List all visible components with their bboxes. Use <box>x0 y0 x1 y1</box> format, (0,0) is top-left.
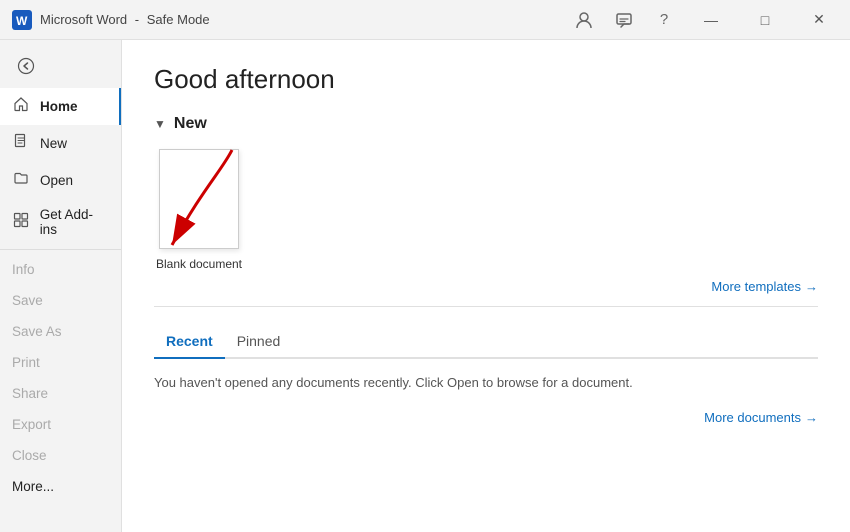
sidebar-item-new-label: New <box>40 136 67 151</box>
sidebar-item-info: Info <box>0 254 121 285</box>
sidebar-item-home-label: Home <box>40 99 78 114</box>
new-section-title: New <box>174 115 207 133</box>
svg-text:W: W <box>16 14 28 28</box>
open-icon <box>12 170 30 191</box>
sidebar-item-share-label: Share <box>12 386 48 401</box>
sidebar: Home New Open <box>0 40 122 532</box>
new-icon <box>12 133 30 154</box>
sidebar-item-new[interactable]: New <box>0 125 121 162</box>
blank-document-thumb <box>159 149 239 249</box>
user-icon[interactable] <box>568 4 600 36</box>
greeting-heading: Good afternoon <box>154 64 818 95</box>
blank-document-label: Blank document <box>156 257 242 271</box>
addins-icon <box>12 212 30 233</box>
more-documents-row: More documents → <box>154 410 818 425</box>
sidebar-item-close: Close <box>0 440 121 471</box>
sidebar-item-addins[interactable]: Get Add-ins <box>0 199 121 245</box>
home-icon <box>12 96 30 117</box>
more-templates-link[interactable]: More templates → <box>711 279 818 294</box>
app-body: Home New Open <box>0 40 850 532</box>
maximize-button[interactable]: □ <box>742 4 788 36</box>
sidebar-item-close-label: Close <box>12 448 47 463</box>
sidebar-item-open-label: Open <box>40 173 73 188</box>
sidebar-item-print-label: Print <box>12 355 40 370</box>
sidebar-item-addins-label: Get Add-ins <box>40 207 109 237</box>
new-section-header: ▼ New <box>154 115 818 133</box>
title-bar: W Microsoft Word - Safe Mode ? — □ <box>0 0 850 40</box>
sidebar-item-export: Export <box>0 409 121 440</box>
main-content: Good afternoon ▼ New Blank document More… <box>122 40 850 532</box>
sidebar-item-saveas: Save As <box>0 316 121 347</box>
more-documents-link[interactable]: More documents → <box>704 410 818 425</box>
sidebar-item-home[interactable]: Home <box>0 88 121 125</box>
help-icon[interactable]: ? <box>648 4 680 36</box>
sidebar-divider <box>0 249 121 250</box>
back-button[interactable] <box>8 48 44 84</box>
sidebar-item-save: Save <box>0 285 121 316</box>
sidebar-item-open[interactable]: Open <box>0 162 121 199</box>
more-templates-row: More templates → <box>154 279 818 307</box>
sidebar-item-more[interactable]: More... <box>0 471 121 502</box>
sidebar-item-share: Share <box>0 378 121 409</box>
title-bar-left: W Microsoft Word - Safe Mode <box>12 10 210 30</box>
app-title: Microsoft Word - Safe Mode <box>40 12 210 27</box>
close-button[interactable]: ✕ <box>796 4 842 36</box>
word-icon: W <box>12 10 32 30</box>
sidebar-item-saveas-label: Save As <box>12 324 62 339</box>
sidebar-item-save-label: Save <box>12 293 43 308</box>
tab-pinned[interactable]: Pinned <box>225 327 293 359</box>
tabs-row: Recent Pinned <box>154 327 818 359</box>
blank-document-template[interactable]: Blank document <box>154 149 244 271</box>
templates-area: Blank document <box>154 149 818 271</box>
sidebar-item-info-label: Info <box>12 262 35 277</box>
section-toggle-icon[interactable]: ▼ <box>154 117 166 131</box>
title-bar-icons: ? — □ ✕ <box>568 4 842 36</box>
sidebar-item-export-label: Export <box>12 417 51 432</box>
empty-state-text: You haven't opened any documents recentl… <box>154 375 818 390</box>
sidebar-item-more-label: More... <box>12 479 54 494</box>
minimize-button[interactable]: — <box>688 4 734 36</box>
tab-recent[interactable]: Recent <box>154 327 225 359</box>
sidebar-item-print: Print <box>0 347 121 378</box>
feedback-icon[interactable] <box>608 4 640 36</box>
